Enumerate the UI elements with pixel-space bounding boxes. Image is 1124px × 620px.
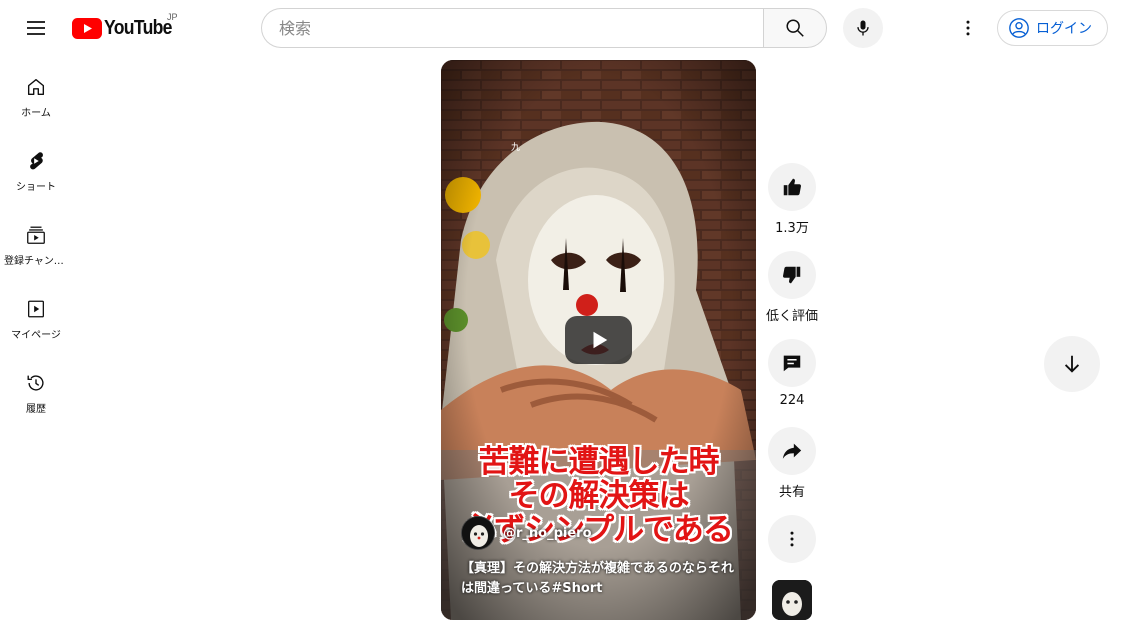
shorts-video-player[interactable]: 九 苦難に遭遇した時 その解決策は 必ずシンプルである @r_no_piero … bbox=[441, 60, 756, 620]
masthead: YouTube JP ログイン bbox=[0, 0, 1124, 56]
caption-line: 苦難に遭遇した時 bbox=[478, 444, 720, 480]
sidebar-item-library[interactable]: マイページ bbox=[0, 278, 72, 352]
account-circle-icon bbox=[1009, 18, 1029, 38]
play-icon bbox=[593, 331, 607, 349]
login-button[interactable]: ログイン bbox=[997, 10, 1108, 46]
caption-line: その解決策は bbox=[508, 478, 690, 514]
share-label: 共有 bbox=[778, 485, 805, 500]
sidebar-item-label: 登録チャンネル bbox=[4, 256, 68, 267]
library-icon bbox=[28, 300, 44, 318]
subscriptions-icon bbox=[27, 226, 45, 244]
dislike-button[interactable] bbox=[768, 251, 816, 299]
comment-action: 224 bbox=[760, 339, 824, 427]
channel-handle[interactable]: @r_no_piero bbox=[503, 526, 592, 541]
shorts-icon bbox=[30, 152, 43, 170]
search-icon bbox=[786, 19, 804, 37]
youtube-play-logo-icon bbox=[72, 17, 102, 39]
sidebar-item-subscriptions[interactable]: 登録チャンネル bbox=[0, 204, 72, 278]
next-video-button[interactable] bbox=[1044, 336, 1100, 392]
arrow-down-icon bbox=[1064, 355, 1080, 373]
channel-info[interactable]: @r_no_piero bbox=[461, 516, 592, 550]
clown-face-icon bbox=[462, 517, 494, 549]
sidebar-item-home[interactable]: ホーム bbox=[0, 56, 72, 130]
microphone-icon bbox=[857, 20, 869, 36]
channel-avatar[interactable] bbox=[461, 516, 495, 550]
comments-button[interactable] bbox=[768, 339, 816, 387]
shorts-action-bar: 1.3万 低く評価 224 共有 bbox=[760, 163, 824, 579]
settings-more-button[interactable] bbox=[948, 8, 988, 48]
home-icon bbox=[27, 78, 45, 96]
region-code: JP bbox=[167, 12, 178, 22]
search-input[interactable] bbox=[279, 9, 764, 47]
hamburger-icon bbox=[27, 21, 45, 35]
search-button[interactable] bbox=[763, 8, 827, 48]
guide-menu-button[interactable] bbox=[16, 8, 56, 48]
sidebar-item-label: 履歴 bbox=[26, 404, 46, 415]
dislike-action: 低く評価 bbox=[760, 251, 824, 339]
like-action: 1.3万 bbox=[760, 163, 824, 251]
sidebar-item-history[interactable]: 履歴 bbox=[0, 352, 72, 426]
like-button[interactable] bbox=[768, 163, 816, 211]
video-title[interactable]: 【真理】その解決方法が複雑であるのならそれは間違っている#Short bbox=[461, 559, 746, 599]
video-corner-mark: 九 bbox=[511, 143, 521, 153]
logo-text: YouTube bbox=[104, 16, 172, 39]
share-button[interactable] bbox=[768, 427, 816, 475]
sidebar-item-label: ホーム bbox=[21, 108, 51, 119]
more-vertical-icon bbox=[790, 531, 794, 547]
dislike-label: 低く評価 bbox=[765, 309, 818, 324]
thumbs-up-icon bbox=[783, 178, 802, 196]
like-count: 1.3万 bbox=[775, 221, 809, 236]
share-action: 共有 bbox=[760, 427, 824, 515]
more-vertical-icon bbox=[966, 20, 970, 36]
thumbs-down-icon bbox=[782, 266, 801, 284]
sidebar-item-label: ショート bbox=[16, 182, 56, 193]
share-arrow-icon bbox=[782, 443, 802, 459]
comment-icon bbox=[783, 355, 801, 372]
play-button[interactable] bbox=[565, 316, 632, 364]
history-icon bbox=[27, 375, 44, 391]
clown-face-icon bbox=[772, 580, 812, 620]
more-actions-button[interactable] bbox=[768, 515, 816, 563]
sidebar-item-shorts[interactable]: ショート bbox=[0, 130, 72, 204]
sound-channel-thumbnail[interactable] bbox=[772, 580, 812, 620]
voice-search-button[interactable] bbox=[843, 8, 883, 48]
search-box bbox=[261, 8, 764, 48]
comment-count: 224 bbox=[779, 393, 805, 408]
youtube-logo[interactable]: YouTube bbox=[72, 16, 181, 40]
sidebar-item-label: マイページ bbox=[11, 330, 61, 341]
more-action bbox=[760, 515, 824, 579]
mini-guide: ホーム ショート 登録チャンネル マイページ 履歴 bbox=[0, 56, 72, 426]
login-label: ログイン bbox=[1036, 21, 1092, 37]
